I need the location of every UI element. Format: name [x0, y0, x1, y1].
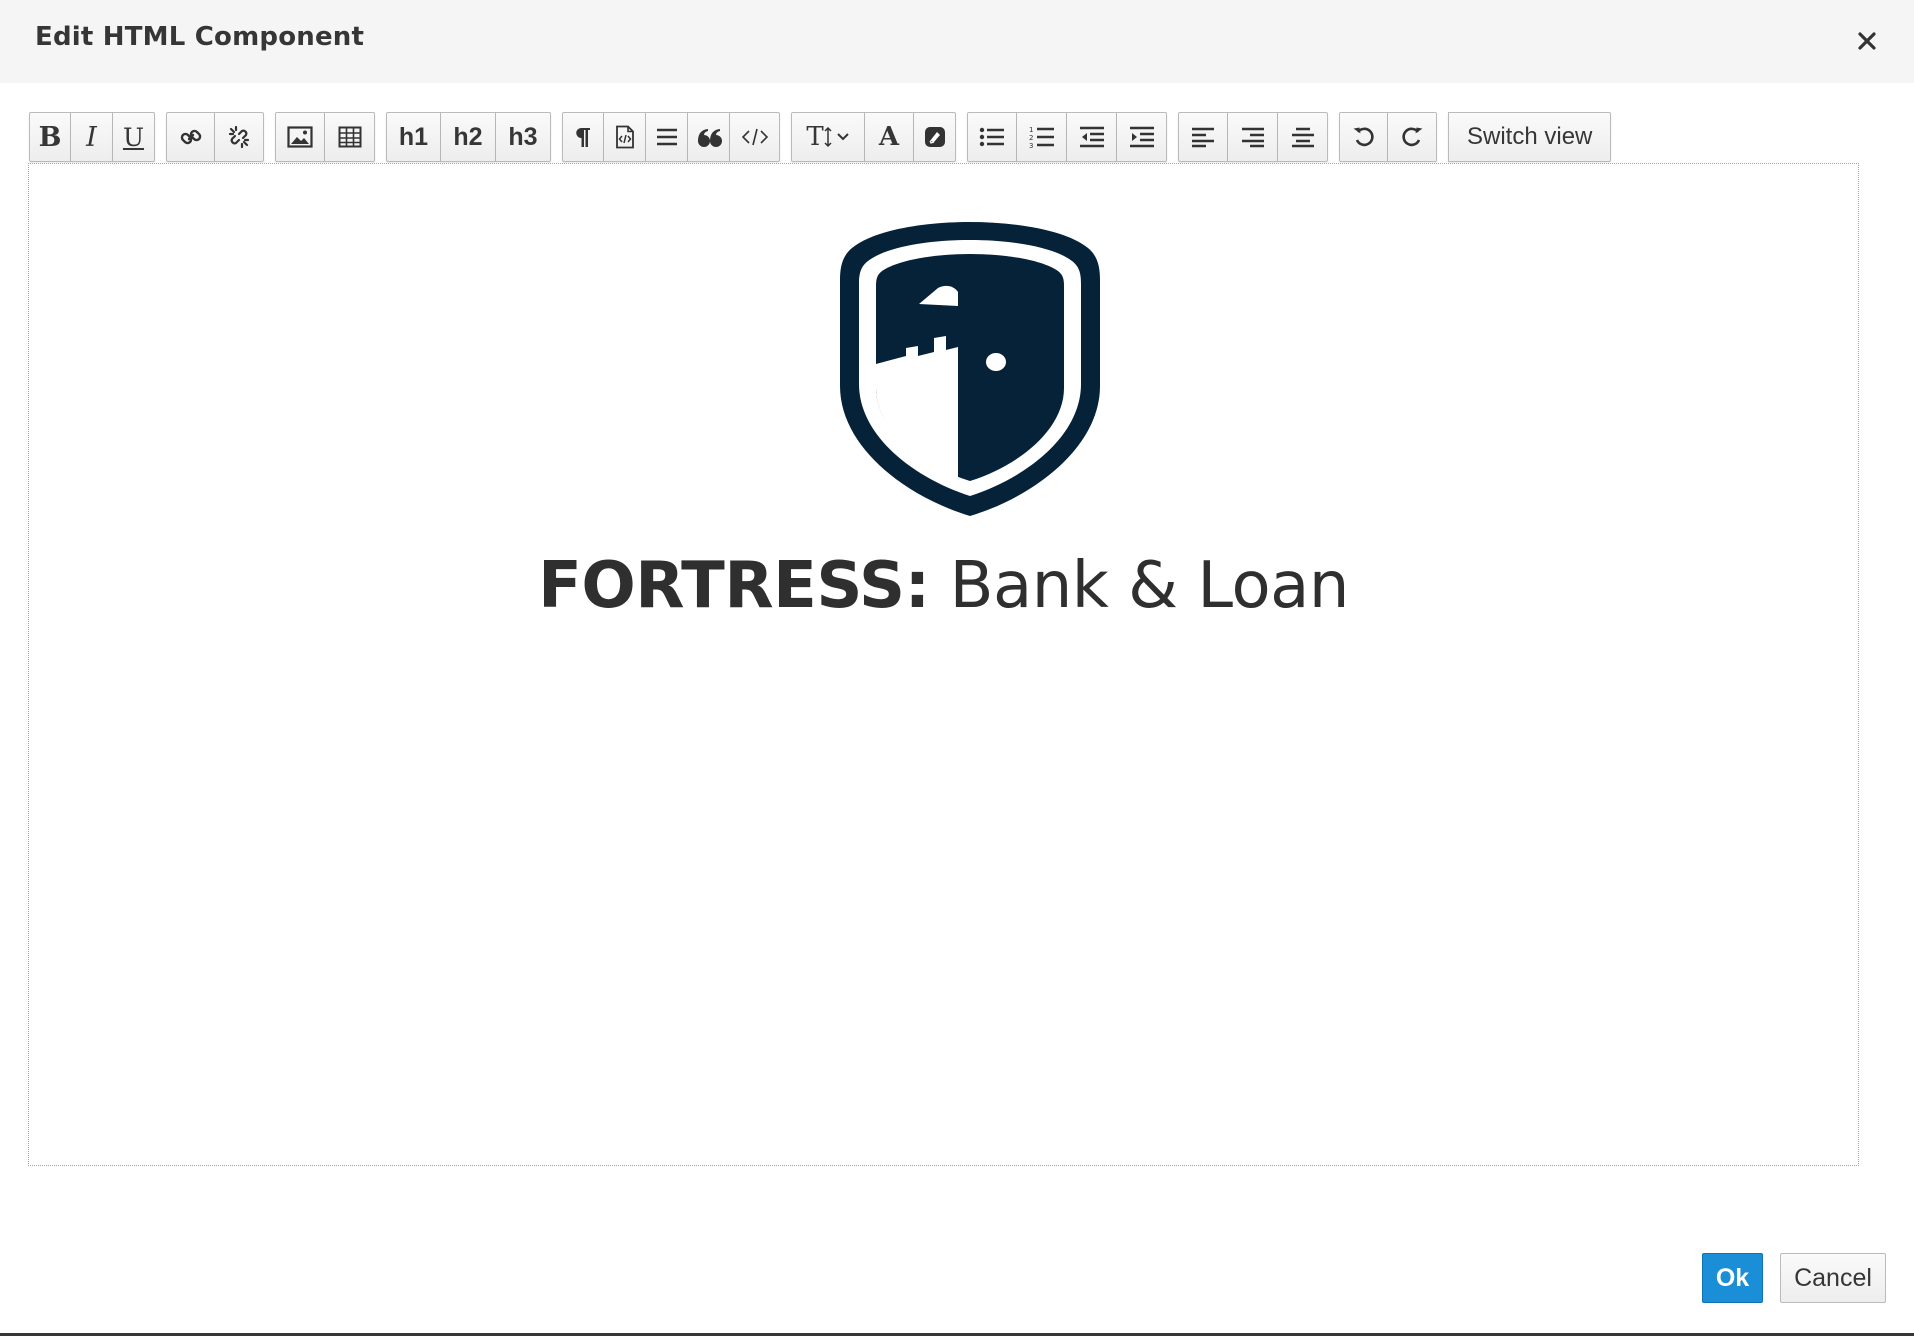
- view-group: Switch view: [1448, 112, 1612, 162]
- insert-group: [275, 112, 375, 162]
- blocks-group: [562, 112, 780, 162]
- align-right-button[interactable]: [1228, 112, 1278, 162]
- redo-button[interactable]: [1388, 112, 1437, 162]
- redo-icon: [1402, 127, 1423, 147]
- close-icon: [1858, 32, 1876, 50]
- justify-button[interactable]: [646, 112, 688, 162]
- link-icon: [180, 129, 201, 145]
- align-right-icon: [1241, 127, 1264, 148]
- italic-icon: I: [86, 121, 97, 153]
- bold-icon: B: [38, 121, 62, 153]
- headings-group: h1 h2 h3: [386, 112, 551, 162]
- outdent-icon: [1079, 126, 1104, 148]
- editor-toolbar: B I U h1 h2 h3 T A 1 2 3 Switch view: [29, 112, 1622, 164]
- align-center-button[interactable]: [1278, 112, 1328, 162]
- h1-button[interactable]: h1: [386, 112, 441, 162]
- editor-content-area[interactable]: FORTRESS: Bank & Loan: [28, 163, 1859, 1166]
- alignment-group: [1178, 112, 1328, 162]
- svg-text:1: 1: [1029, 126, 1033, 134]
- eraser-icon: [924, 127, 945, 147]
- align-left-icon: [1192, 127, 1214, 148]
- h2-label: h2: [453, 122, 483, 151]
- links-group: [166, 112, 264, 162]
- switch-view-label: Switch view: [1467, 123, 1593, 150]
- paragraph-icon: [576, 128, 590, 147]
- blockquote-button[interactable]: [688, 112, 730, 162]
- text-height-icon: [824, 126, 832, 148]
- indent-icon: [1129, 126, 1154, 148]
- clear-format-button[interactable]: [914, 112, 956, 162]
- text-style-group: B I U: [29, 112, 155, 162]
- lists-group: 1 2 3: [967, 112, 1167, 162]
- font-size-dropdown[interactable]: T: [791, 112, 865, 162]
- h2-button[interactable]: h2: [441, 112, 496, 162]
- outdent-button[interactable]: [1067, 112, 1117, 162]
- align-justify-icon: [656, 128, 677, 146]
- fortress-shield-logo: [840, 222, 1100, 516]
- italic-button[interactable]: I: [71, 112, 113, 162]
- unlink-button[interactable]: [215, 112, 264, 162]
- close-button[interactable]: [1852, 26, 1882, 56]
- switch-view-button[interactable]: Switch view: [1448, 112, 1612, 162]
- link-button[interactable]: [166, 112, 215, 162]
- cancel-button[interactable]: Cancel: [1780, 1253, 1886, 1303]
- h3-label: h3: [508, 122, 538, 151]
- insert-image-button[interactable]: [275, 112, 325, 162]
- underline-icon: U: [122, 122, 145, 152]
- h1-label: h1: [398, 122, 429, 151]
- font-color-button[interactable]: A: [865, 112, 914, 162]
- font-size-icon: T: [806, 122, 824, 152]
- dialog-header: Edit HTML Component: [0, 0, 1914, 83]
- font-group: T A: [791, 112, 956, 162]
- numbered-list-button[interactable]: 1 2 3: [1017, 112, 1067, 162]
- align-left-button[interactable]: [1178, 112, 1228, 162]
- quote-icon: [697, 129, 722, 147]
- align-center-icon: [1291, 127, 1314, 148]
- h3-button[interactable]: h3: [496, 112, 551, 162]
- chevron-down-icon: [836, 133, 849, 141]
- unlink-icon: [228, 125, 250, 149]
- bullet-list-button[interactable]: [967, 112, 1017, 162]
- company-heading[interactable]: FORTRESS: Bank & Loan: [29, 549, 1858, 623]
- undo-icon: [1353, 127, 1374, 147]
- code-icon: [741, 128, 768, 146]
- font-color-icon: A: [878, 122, 900, 152]
- insert-table-button[interactable]: [325, 112, 375, 162]
- svg-text:2: 2: [1029, 134, 1033, 142]
- underline-button[interactable]: U: [113, 112, 155, 162]
- code-file-icon: [615, 125, 634, 149]
- code-file-button[interactable]: [604, 112, 646, 162]
- image-icon: [287, 126, 313, 148]
- undo-button[interactable]: [1339, 112, 1388, 162]
- history-group: [1339, 112, 1437, 162]
- paragraph-button[interactable]: [562, 112, 604, 162]
- svg-text:3: 3: [1029, 142, 1033, 149]
- company-name-rest: Bank & Loan: [929, 549, 1350, 623]
- numbered-list-icon: 1 2 3: [1029, 126, 1054, 149]
- dialog-title: Edit HTML Component: [35, 22, 365, 52]
- bold-button[interactable]: B: [29, 112, 71, 162]
- bullet-list-icon: [979, 127, 1004, 147]
- table-icon: [338, 126, 361, 148]
- code-view-button[interactable]: [730, 112, 780, 162]
- company-name-strong: FORTRESS:: [538, 549, 930, 623]
- ok-button[interactable]: Ok: [1702, 1253, 1763, 1303]
- indent-button[interactable]: [1117, 112, 1167, 162]
